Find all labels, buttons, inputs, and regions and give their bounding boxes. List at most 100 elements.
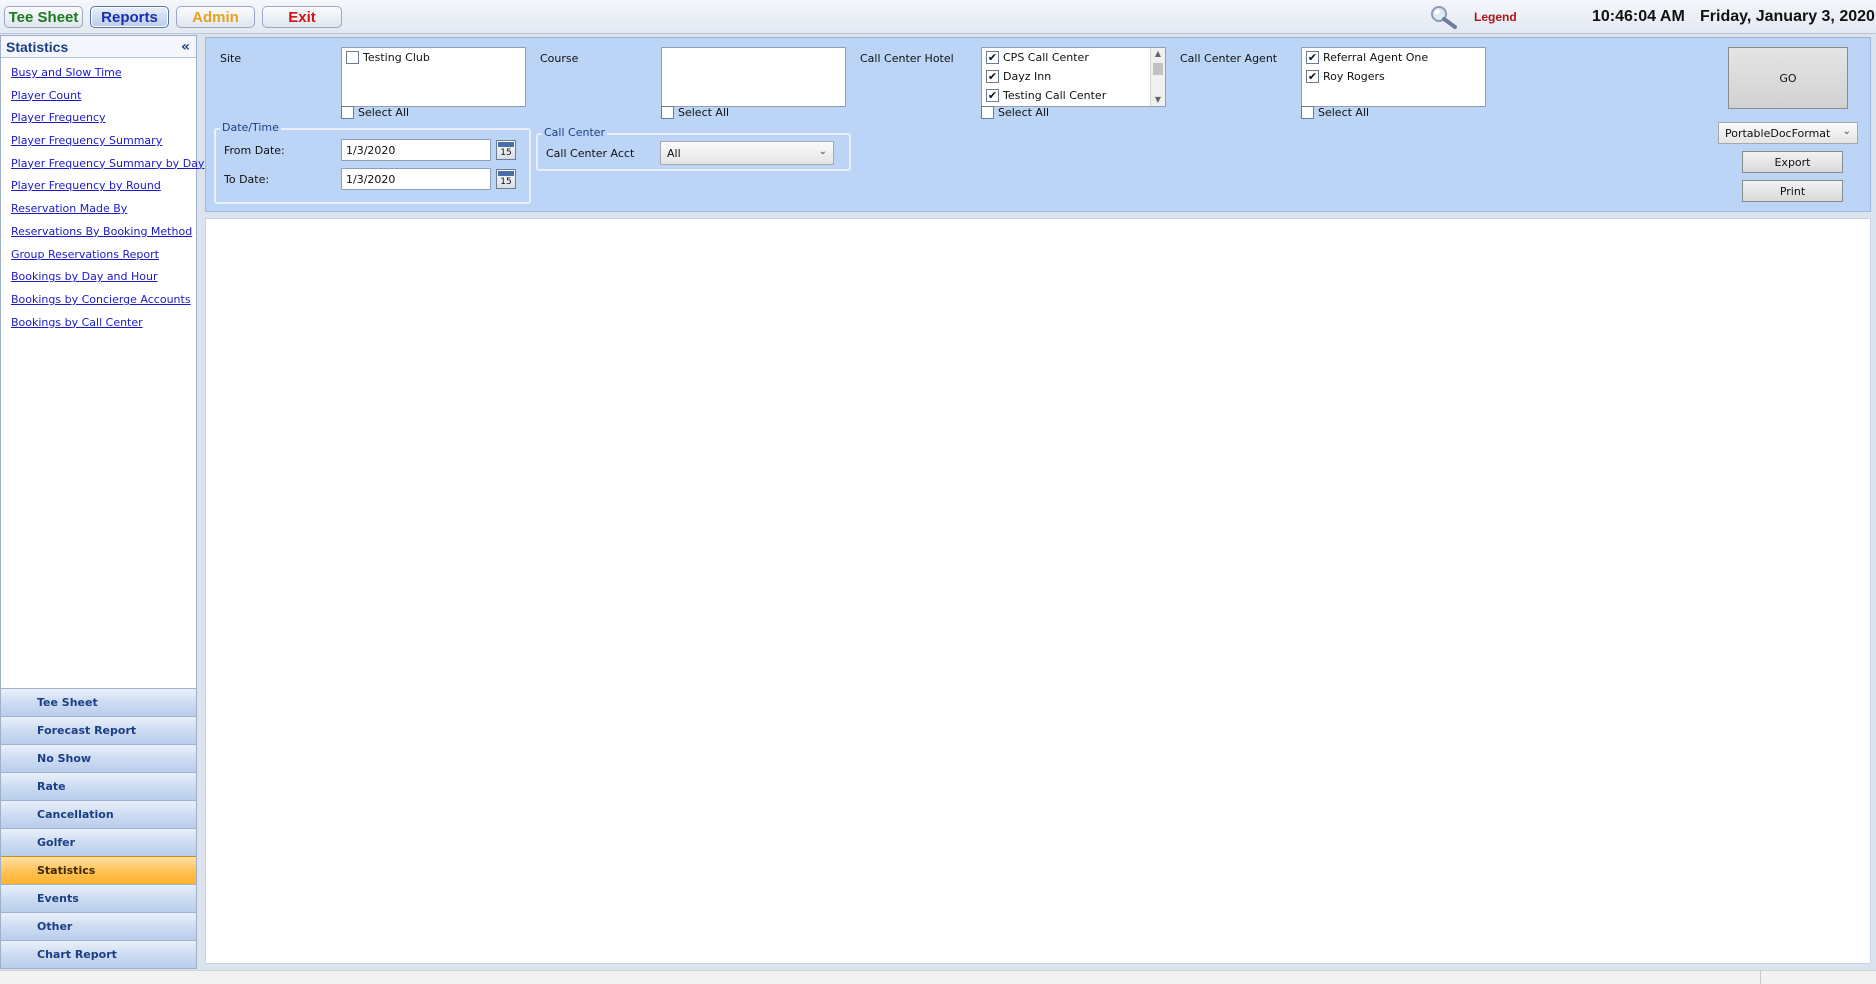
- hotel-list-item[interactable]: ✔ Testing Call Center: [982, 86, 1149, 105]
- scroll-down-icon[interactable]: ▼: [1151, 94, 1165, 106]
- sidebar-header: Statistics «: [1, 36, 196, 58]
- agent-checkbox[interactable]: ✔: [1306, 70, 1319, 83]
- collapse-icon[interactable]: «: [181, 39, 190, 55]
- from-date-label: From Date:: [224, 144, 285, 157]
- site-label: Site: [220, 52, 242, 65]
- agent-list-item[interactable]: ✔ Referral Agent One: [1302, 48, 1485, 67]
- exit-nav-button[interactable]: Exit: [262, 6, 342, 28]
- report-link[interactable]: Bookings by Concierge Accounts: [1, 289, 196, 312]
- top-toolbar: Tee Sheet Reports Admin Exit Legend 10:4…: [0, 0, 1876, 34]
- from-date-input[interactable]: 1/3/2020: [341, 139, 491, 161]
- agent-select-all-checkbox[interactable]: [1301, 106, 1314, 119]
- agent-select-all[interactable]: Select All: [1301, 106, 1369, 119]
- scroll-thumb[interactable]: [1153, 63, 1163, 75]
- sidebar-category-events[interactable]: Events: [1, 884, 196, 912]
- legend-link[interactable]: Legend: [1474, 10, 1517, 24]
- report-viewer-area: [205, 218, 1871, 964]
- sidebar-title: Statistics: [6, 38, 69, 55]
- report-link[interactable]: Player Count: [1, 85, 196, 108]
- hotel-select-all-label: Select All: [998, 106, 1050, 119]
- site-select-all[interactable]: Select All: [341, 106, 409, 119]
- call-center-agent-listbox[interactable]: ✔ Referral Agent One ✔ Roy Rogers: [1301, 47, 1486, 107]
- report-link[interactable]: Player Frequency by Round: [1, 175, 196, 198]
- hotel-checkbox[interactable]: ✔: [986, 70, 999, 83]
- report-sidebar: Statistics « Busy and Slow Time Player Co…: [0, 35, 204, 969]
- to-date-input[interactable]: 1/3/2020: [341, 168, 491, 190]
- hotel-item-label: Dayz Inn: [1003, 70, 1052, 83]
- sidebar-category-cancellation[interactable]: Cancellation: [1, 800, 196, 828]
- site-select-all-checkbox[interactable]: [341, 106, 354, 119]
- course-listbox[interactable]: [661, 47, 846, 107]
- sidebar-category-rate[interactable]: Rate: [1, 772, 196, 800]
- hotel-checkbox[interactable]: ✔: [986, 51, 999, 64]
- export-format-value: PortableDocFormat: [1725, 126, 1831, 140]
- site-checkbox[interactable]: [346, 51, 359, 64]
- report-link[interactable]: Player Frequency: [1, 107, 196, 130]
- chevron-down-icon: ⌄: [1842, 126, 1851, 137]
- hotel-list-scrollbar[interactable]: ▲ ▼: [1150, 48, 1165, 106]
- sidebar-category-forecast-report[interactable]: Forecast Report: [1, 716, 196, 744]
- sidebar-category-golfer[interactable]: Golfer: [1, 828, 196, 856]
- report-link[interactable]: Reservation Made By: [1, 198, 196, 221]
- call-center-acct-select[interactable]: All ⌄: [660, 141, 834, 165]
- report-link[interactable]: Bookings by Call Center: [1, 312, 196, 335]
- agent-select-all-label: Select All: [1318, 106, 1370, 119]
- call-center-agent-label: Call Center Agent: [1180, 52, 1278, 65]
- call-center-acct-label: Call Center Acct: [546, 147, 635, 160]
- to-date-label: To Date:: [224, 173, 270, 186]
- print-button[interactable]: Print: [1742, 180, 1843, 202]
- hotel-list-item[interactable]: ✔ Dayz Inn: [982, 67, 1149, 86]
- agent-item-label: Roy Rogers: [1323, 70, 1385, 83]
- site-listbox[interactable]: Testing Club: [341, 47, 526, 107]
- hotel-select-all[interactable]: Select All: [981, 106, 1049, 119]
- date-time-group-title: Date/Time: [220, 121, 281, 134]
- hotel-item-label: CPS Call Center: [1003, 51, 1089, 64]
- hotel-item-label: Testing Call Center: [1003, 89, 1107, 102]
- course-select-all-checkbox[interactable]: [661, 106, 674, 119]
- status-bar: [0, 970, 1876, 984]
- to-date-calendar-icon[interactable]: 15: [496, 169, 516, 189]
- hotel-select-all-checkbox[interactable]: [981, 106, 994, 119]
- current-time: 10:46:04 AM: [1592, 8, 1685, 25]
- site-select-all-label: Select All: [358, 106, 410, 119]
- magnifier-icon[interactable]: [1428, 4, 1458, 30]
- admin-nav-button[interactable]: Admin: [176, 6, 255, 28]
- call-center-acct-value: All: [667, 146, 681, 160]
- current-date: Friday, January 3, 2020: [1700, 8, 1875, 25]
- report-link[interactable]: Player Frequency Summary: [1, 130, 196, 153]
- report-link[interactable]: Busy and Slow Time: [1, 62, 196, 85]
- sidebar-category-chart-report[interactable]: Chart Report: [1, 940, 196, 968]
- call-center-hotel-label: Call Center Hotel: [860, 52, 954, 65]
- agent-item-label: Referral Agent One: [1323, 51, 1429, 64]
- call-center-group-title: Call Center: [542, 126, 608, 139]
- reports-nav-button[interactable]: Reports: [90, 6, 169, 28]
- sidebar-category-tee-sheet[interactable]: Tee Sheet: [1, 688, 196, 716]
- export-button[interactable]: Export: [1742, 151, 1843, 173]
- export-format-select[interactable]: PortableDocFormat ⌄: [1718, 122, 1858, 144]
- hotel-checkbox[interactable]: ✔: [986, 89, 999, 102]
- course-select-all-label: Select All: [678, 106, 730, 119]
- tee-sheet-nav-button[interactable]: Tee Sheet: [4, 6, 83, 28]
- date-time-group: Date/Time From Date: 1/3/2020 15 To Date…: [214, 121, 531, 204]
- report-link[interactable]: Reservations By Booking Method: [1, 221, 196, 244]
- site-item-label: Testing Club: [363, 51, 430, 64]
- report-link[interactable]: Player Frequency Summary by Day: [1, 153, 204, 176]
- sidebar-category-other[interactable]: Other: [1, 912, 196, 940]
- from-date-calendar-icon[interactable]: 15: [496, 140, 516, 160]
- sidebar-category-statistics[interactable]: Statistics: [1, 856, 196, 884]
- hotel-list-item[interactable]: ✔ CPS Call Center: [982, 48, 1149, 67]
- call-center-hotel-listbox[interactable]: ✔ CPS Call Center ✔ Dayz Inn ✔ Testing Call C…: [981, 47, 1166, 107]
- report-link[interactable]: Group Reservations Report: [1, 244, 196, 267]
- agent-checkbox[interactable]: ✔: [1306, 51, 1319, 64]
- call-center-group: Call Center Call Center Acct All ⌄: [536, 126, 851, 171]
- report-filter-panel: Site Testing Club Select All Course Sele…: [205, 37, 1871, 212]
- report-link-list: Busy and Slow Time Player Count Player Fre…: [1, 58, 204, 335]
- course-label: Course: [540, 52, 579, 65]
- scroll-up-icon[interactable]: ▲: [1151, 48, 1165, 60]
- go-button[interactable]: GO: [1728, 47, 1848, 109]
- agent-list-item[interactable]: ✔ Roy Rogers: [1302, 67, 1485, 86]
- course-select-all[interactable]: Select All: [661, 106, 729, 119]
- sidebar-category-no-show[interactable]: No Show: [1, 744, 196, 772]
- report-link[interactable]: Bookings by Day and Hour: [1, 266, 196, 289]
- site-list-item[interactable]: Testing Club: [342, 48, 525, 67]
